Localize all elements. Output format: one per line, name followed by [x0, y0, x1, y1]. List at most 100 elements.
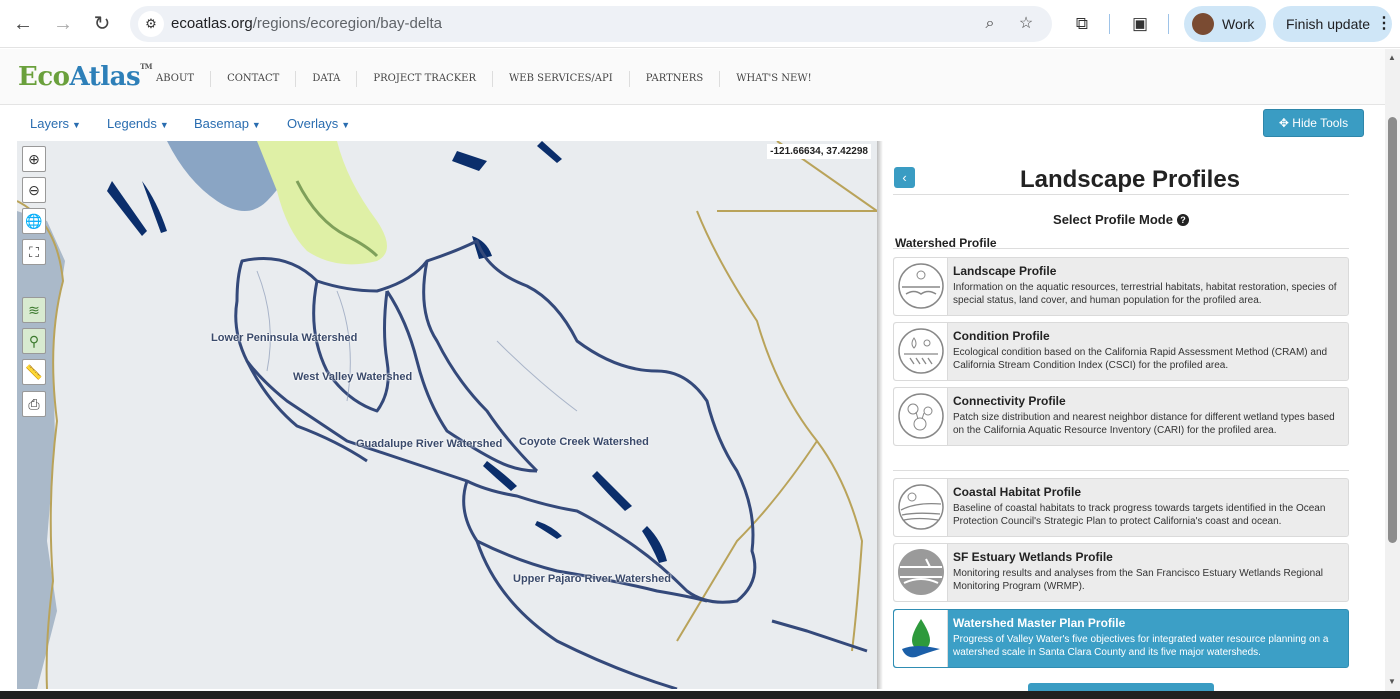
watershed-label-coyote-creek[interactable]: Coyote Creek Watershed	[519, 436, 649, 448]
watershed-label-guadalupe-river[interactable]: Guadalupe River Watershed	[356, 438, 502, 450]
legends-label: Legends	[107, 116, 157, 131]
coastal-habitat-profile-card[interactable]: Coastal Habitat Profile Baseline of coas…	[893, 478, 1349, 537]
url-path: /regions/ecoregion/bay-delta	[252, 15, 443, 32]
back-arrow-icon[interactable]: ←	[9, 10, 37, 38]
caret-down-icon: ▼	[159, 120, 169, 130]
basemap-label: Basemap	[194, 116, 249, 131]
card-description: Ecological condition based on the Califo…	[953, 347, 1328, 371]
nav-project-tracker[interactable]: PROJECT TRACKER	[357, 71, 494, 87]
zoom-to-extent-icon[interactable]: ⛶	[22, 239, 46, 265]
profiles-panel: ‹ Landscape Profiles Select Profile Mode…	[883, 141, 1369, 689]
site-header: EcoAtlasTM ABOUT CONTACT DATA PROJECT TR…	[0, 49, 1385, 105]
watershed-label-lower-peninsula[interactable]: Lower Peninsula Watershed	[211, 332, 357, 344]
card-title: Watershed Master Plan Profile	[953, 616, 1126, 630]
sf-estuary-wetlands-profile-card[interactable]: SF Estuary Wetlands Profile Monitoring r…	[893, 543, 1349, 602]
card-title: Coastal Habitat Profile	[953, 485, 1082, 499]
help-icon[interactable]: ?	[1176, 214, 1189, 226]
extensions-icon[interactable]: ⧉	[1070, 12, 1094, 36]
card-description: Monitoring results and analyses from the…	[953, 568, 1323, 592]
watershed-label-west-valley[interactable]: West Valley Watershed	[293, 371, 412, 383]
forward-arrow-icon[interactable]: →	[49, 10, 77, 38]
nav-partners[interactable]: PARTNERS	[630, 71, 721, 87]
page-scrollbar[interactable]: ▲ ▼	[1385, 49, 1400, 691]
logo-tm: TM	[140, 62, 153, 71]
url-domain: ecoatlas.org	[171, 15, 253, 32]
card-description: Patch size distribution and nearest neig…	[953, 412, 1335, 436]
layers-icon[interactable]: ≋	[22, 297, 46, 323]
url-text[interactable]: ecoatlas.org/regions/ecoregion/bay-delta	[171, 15, 442, 32]
ecoatlas-logo[interactable]: EcoAtlasTM	[18, 62, 153, 92]
ruler-icon[interactable]: 📏	[22, 359, 46, 385]
chevron-left-icon: ‹	[902, 170, 907, 185]
bookmark-star-icon[interactable]: ☆	[1016, 14, 1036, 34]
zoom-icon[interactable]: ⌕	[980, 14, 1000, 34]
map-canvas[interactable]: -121.66634, 37.42298 ⊕ ⊖ 🌐 ⛶ ≋ ⚲ 📏 ⎙ Low…	[17, 141, 877, 689]
top-navigation: ABOUT CONTACT DATA PROJECT TRACKER WEB S…	[140, 71, 828, 87]
reload-icon[interactable]: ↻	[88, 10, 116, 38]
finish-update-button[interactable]: Finish update ⋮	[1273, 6, 1392, 42]
location-pin-icon[interactable]: ⚲	[22, 328, 46, 354]
panel-title: Landscape Profiles	[1019, 166, 1241, 193]
site-settings-icon[interactable]: ⚙	[138, 11, 164, 37]
crosshair-icon: ✥	[1278, 116, 1293, 130]
globe-icon[interactable]: 🌐	[22, 208, 46, 234]
nav-whats-new[interactable]: WHAT'S NEW!	[720, 71, 827, 87]
condition-profile-card[interactable]: Condition Profile Ecological condition b…	[893, 322, 1349, 381]
scroll-up-icon[interactable]: ▲	[1388, 53, 1396, 62]
legends-menu[interactable]: Legends ▼	[107, 116, 169, 131]
overlays-label: Overlays	[287, 116, 339, 131]
overlays-menu[interactable]: Overlays ▼	[287, 116, 350, 131]
hide-tools-label: Hide Tools	[1292, 116, 1349, 130]
water-drop-icon	[894, 610, 948, 667]
scroll-thumb[interactable]	[1388, 117, 1397, 543]
update-label: Finish update	[1286, 16, 1371, 32]
logo-atlas: Atlas	[69, 62, 141, 92]
card-description: Baseline of coastal habitats to track pr…	[953, 503, 1326, 527]
card-description: Progress of Valley Water's five objectiv…	[953, 634, 1329, 658]
caret-down-icon: ▼	[251, 120, 261, 130]
basemap-menu[interactable]: Basemap ▼	[194, 116, 261, 131]
collapse-panel-button[interactable]: ‹	[894, 167, 915, 188]
map-toolbar: Layers ▼ Legends ▼ Basemap ▼ Overlays ▼	[0, 106, 1385, 142]
logo-eco: Eco	[18, 62, 70, 92]
card-title: Condition Profile	[953, 329, 1050, 343]
profile-label: Work	[1222, 16, 1255, 32]
condition-icon	[894, 323, 948, 380]
kebab-menu-icon[interactable]: ⋮	[1376, 13, 1392, 33]
scroll-down-icon[interactable]: ▼	[1388, 677, 1396, 686]
toolbar-separator	[1109, 14, 1110, 34]
wetlands-icon	[894, 544, 948, 601]
print-icon[interactable]: ⎙	[22, 391, 46, 417]
taskbar	[0, 691, 1400, 699]
nav-data[interactable]: DATA	[296, 71, 358, 87]
zoom-out-icon[interactable]: ⊖	[22, 177, 46, 203]
layers-label: Layers	[30, 116, 70, 131]
coordinate-readout: -121.66634, 37.42298	[767, 144, 871, 159]
divider	[893, 194, 1349, 195]
watershed-master-plan-profile-card[interactable]: Watershed Master Plan Profile Progress o…	[893, 609, 1349, 668]
divider	[893, 248, 1349, 249]
landscape-profile-card[interactable]: Landscape Profile Information on the aqu…	[893, 257, 1349, 316]
watershed-label-upper-pajaro-river[interactable]: Upper Pajaro River Watershed	[513, 573, 671, 585]
layers-menu[interactable]: Layers ▼	[30, 116, 81, 131]
zoom-in-icon[interactable]: ⊕	[22, 146, 46, 172]
nav-about[interactable]: ABOUT	[140, 71, 212, 87]
connectivity-profile-card[interactable]: Connectivity Profile Patch size distribu…	[893, 387, 1349, 446]
coastal-habitat-icon	[894, 479, 948, 536]
profile-mode-heading: Select Profile Mode?	[893, 212, 1349, 227]
profile-button[interactable]: Work	[1184, 6, 1266, 42]
divider	[893, 470, 1349, 471]
connectivity-icon	[894, 388, 948, 445]
caret-down-icon: ▼	[341, 120, 351, 130]
tab-search-icon[interactable]: ▣	[1128, 12, 1152, 36]
card-title: Connectivity Profile	[953, 394, 1066, 408]
nav-web-services[interactable]: WEB SERVICES/API	[493, 71, 630, 87]
toolbar-separator	[1168, 14, 1169, 34]
landscape-icon	[894, 258, 948, 315]
map-basemap	[17, 141, 877, 689]
hide-tools-button[interactable]: ✥ Hide Tools	[1263, 109, 1364, 137]
address-bar[interactable]: ⚙ ecoatlas.org/regions/ecoregion/bay-del…	[130, 6, 1052, 42]
caret-down-icon: ▼	[72, 120, 81, 130]
nav-contact[interactable]: CONTACT	[211, 71, 297, 87]
avatar	[1192, 13, 1214, 35]
